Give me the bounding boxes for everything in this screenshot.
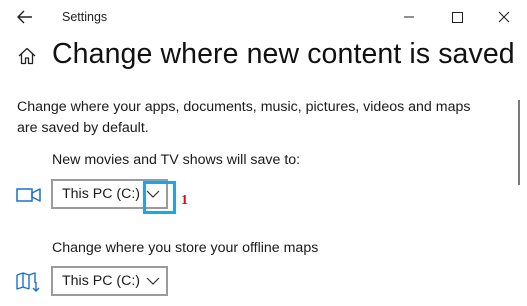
maximize-button[interactable]	[440, 3, 474, 31]
maximize-icon	[452, 12, 463, 23]
minimize-icon	[404, 16, 414, 18]
map-download-icon	[15, 270, 43, 294]
page-description: Change where your apps, documents, music…	[17, 99, 471, 136]
app-title: Settings	[62, 10, 108, 24]
annotation-number: 1	[181, 193, 188, 208]
back-arrow-icon	[17, 10, 32, 24]
dropdown-value: This PC (C:)	[62, 273, 141, 289]
dropdown-value: This PC (C:)	[62, 186, 141, 202]
title-bar: Settings	[0, 0, 527, 34]
maps-save-location-dropdown[interactable]: This PC (C:)	[51, 266, 168, 296]
back-button[interactable]	[12, 6, 38, 28]
minimize-button[interactable]	[392, 3, 426, 31]
close-icon	[498, 11, 510, 23]
home-icon[interactable]	[16, 45, 38, 67]
video-camera-icon	[15, 183, 43, 207]
annotation-highlight-box	[143, 181, 176, 214]
offline-maps-label: Change where you store your offline maps	[52, 240, 319, 256]
page-title: Change where new content is saved	[52, 38, 515, 70]
chevron-down-icon[interactable]	[146, 275, 160, 287]
scrollbar[interactable]	[518, 100, 520, 185]
close-button[interactable]	[487, 3, 521, 31]
movies-tv-label: New movies and TV shows will save to:	[52, 152, 301, 168]
